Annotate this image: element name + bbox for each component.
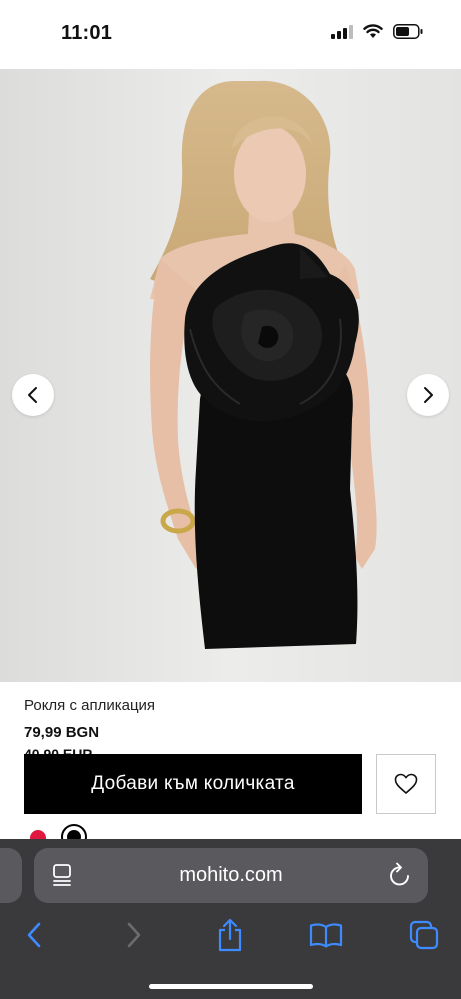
tabs-button[interactable]: [404, 917, 444, 953]
previous-image-button[interactable]: [12, 374, 54, 416]
product-price-alt: 40,90 EUR: [24, 746, 93, 754]
back-button[interactable]: [14, 917, 54, 953]
address-bar[interactable]: mohito.com: [34, 848, 428, 903]
bookmarks-button[interactable]: [306, 917, 346, 953]
status-icons: [331, 24, 423, 39]
share-button[interactable]: [210, 917, 250, 953]
chevron-right-icon: [424, 387, 433, 403]
status-time: 11:01: [61, 22, 113, 44]
heart-icon: [394, 773, 418, 794]
next-image-button[interactable]: [407, 374, 449, 416]
cellular-signal-icon: [331, 24, 353, 39]
add-to-cart-button[interactable]: Добави към количката: [24, 754, 362, 814]
product-price: 79,99 BGN: [24, 724, 100, 741]
forward-icon: [127, 922, 141, 948]
url-text: mohito.com: [179, 864, 283, 886]
status-bar: 11:01: [0, 0, 461, 68]
chevron-left-icon: [28, 387, 37, 403]
tabs-icon: [409, 920, 439, 950]
share-icon: [218, 918, 242, 952]
home-indicator[interactable]: [149, 984, 313, 989]
battery-icon: [393, 24, 423, 39]
wifi-icon: [363, 24, 383, 38]
browser-toolbar: mohito.com: [0, 839, 461, 999]
reload-icon[interactable]: [388, 862, 412, 888]
previous-tab-preview[interactable]: [0, 848, 22, 903]
product-photo: [0, 69, 461, 682]
back-icon: [27, 922, 41, 948]
wishlist-button[interactable]: [376, 754, 436, 814]
forward-button[interactable]: [114, 917, 154, 953]
bookmarks-icon: [309, 923, 343, 948]
product-name: Рокля с апликация: [24, 697, 156, 714]
product-image[interactable]: [0, 69, 461, 682]
